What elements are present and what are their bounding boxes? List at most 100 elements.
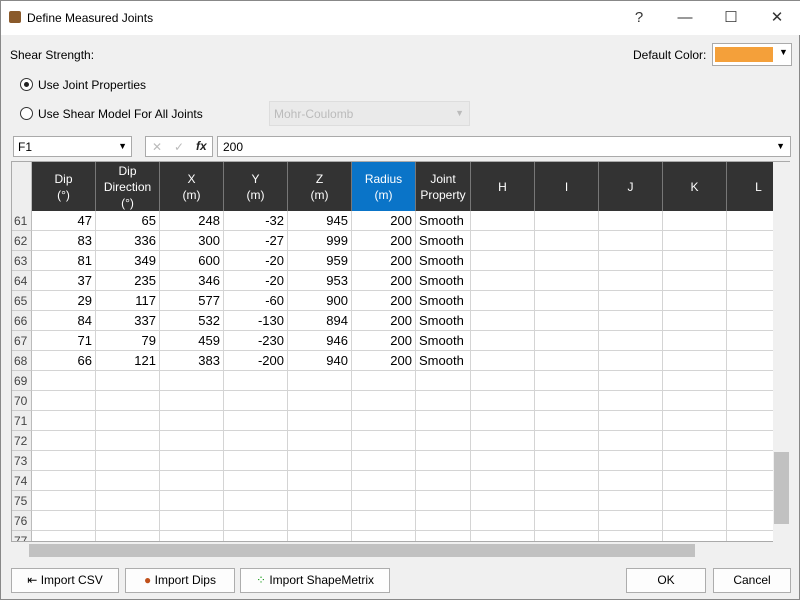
row-header[interactable]: 74 bbox=[12, 471, 32, 491]
table-cell[interactable] bbox=[32, 471, 96, 491]
default-color-picker[interactable]: ▼ bbox=[712, 43, 792, 66]
table-cell[interactable] bbox=[663, 251, 727, 271]
table-cell[interactable] bbox=[32, 531, 96, 541]
table-cell[interactable]: Smooth bbox=[416, 311, 471, 331]
table-cell[interactable]: 383 bbox=[160, 351, 224, 371]
table-cell[interactable] bbox=[160, 431, 224, 451]
table-cell[interactable]: -20 bbox=[224, 251, 288, 271]
table-cell[interactable]: 79 bbox=[96, 331, 160, 351]
row-header[interactable]: 69 bbox=[12, 371, 32, 391]
table-cell[interactable] bbox=[160, 371, 224, 391]
table-cell[interactable]: 946 bbox=[288, 331, 352, 351]
table-cell[interactable] bbox=[288, 391, 352, 411]
table-cell[interactable] bbox=[160, 471, 224, 491]
table-cell[interactable] bbox=[471, 231, 535, 251]
table-cell[interactable] bbox=[96, 491, 160, 511]
column-header[interactable]: Z (m) bbox=[288, 162, 352, 211]
table-cell[interactable] bbox=[288, 531, 352, 541]
table-cell[interactable]: -130 bbox=[224, 311, 288, 331]
table-cell[interactable]: -32 bbox=[224, 211, 288, 231]
table-cell[interactable] bbox=[352, 391, 416, 411]
table-cell[interactable] bbox=[535, 271, 599, 291]
table-cell[interactable] bbox=[535, 471, 599, 491]
table-cell[interactable] bbox=[599, 211, 663, 231]
row-header[interactable]: 63 bbox=[12, 251, 32, 271]
table-cell[interactable]: Smooth bbox=[416, 211, 471, 231]
table-cell[interactable] bbox=[352, 451, 416, 471]
table-cell[interactable] bbox=[96, 451, 160, 471]
table-cell[interactable] bbox=[96, 371, 160, 391]
table-cell[interactable] bbox=[471, 391, 535, 411]
column-header[interactable]: Joint Property bbox=[416, 162, 471, 211]
table-cell[interactable] bbox=[160, 451, 224, 471]
column-header[interactable]: Y (m) bbox=[224, 162, 288, 211]
table-cell[interactable]: -200 bbox=[224, 351, 288, 371]
table-cell[interactable] bbox=[599, 391, 663, 411]
table-cell[interactable] bbox=[471, 411, 535, 431]
maximize-button[interactable]: ☐ bbox=[708, 1, 754, 35]
vertical-scrollbar[interactable] bbox=[773, 162, 790, 542]
cancel-button[interactable]: Cancel bbox=[713, 568, 791, 593]
table-cell[interactable]: 200 bbox=[352, 251, 416, 271]
table-cell[interactable] bbox=[416, 411, 471, 431]
table-cell[interactable] bbox=[32, 451, 96, 471]
table-cell[interactable]: 121 bbox=[96, 351, 160, 371]
table-cell[interactable]: Smooth bbox=[416, 291, 471, 311]
ok-button[interactable]: OK bbox=[626, 568, 706, 593]
table-cell[interactable] bbox=[471, 291, 535, 311]
table-cell[interactable] bbox=[663, 311, 727, 331]
row-header[interactable]: 75 bbox=[12, 491, 32, 511]
table-cell[interactable]: 84 bbox=[32, 311, 96, 331]
table-cell[interactable]: 235 bbox=[96, 271, 160, 291]
table-cell[interactable] bbox=[535, 311, 599, 331]
table-cell[interactable] bbox=[471, 511, 535, 531]
table-cell[interactable] bbox=[599, 251, 663, 271]
table-cell[interactable]: 200 bbox=[352, 211, 416, 231]
table-cell[interactable] bbox=[599, 371, 663, 391]
table-cell[interactable] bbox=[599, 231, 663, 251]
table-cell[interactable] bbox=[663, 411, 727, 431]
table-cell[interactable]: 959 bbox=[288, 251, 352, 271]
table-cell[interactable] bbox=[352, 371, 416, 391]
table-cell[interactable] bbox=[288, 471, 352, 491]
column-header[interactable]: H bbox=[471, 162, 535, 211]
table-cell[interactable] bbox=[471, 471, 535, 491]
column-header[interactable]: X (m) bbox=[160, 162, 224, 211]
row-header[interactable]: 76 bbox=[12, 511, 32, 531]
table-cell[interactable]: 300 bbox=[160, 231, 224, 251]
table-cell[interactable] bbox=[32, 391, 96, 411]
table-cell[interactable] bbox=[535, 251, 599, 271]
cell-reference-box[interactable]: F1 ▼ bbox=[13, 136, 132, 157]
table-cell[interactable]: Smooth bbox=[416, 271, 471, 291]
table-cell[interactable] bbox=[224, 511, 288, 531]
table-cell[interactable] bbox=[471, 271, 535, 291]
table-cell[interactable]: 117 bbox=[96, 291, 160, 311]
import-csv-button[interactable]: ⇤ Import CSV bbox=[11, 568, 119, 593]
table-cell[interactable] bbox=[224, 411, 288, 431]
table-cell[interactable] bbox=[599, 331, 663, 351]
table-cell[interactable]: 894 bbox=[288, 311, 352, 331]
table-cell[interactable] bbox=[160, 391, 224, 411]
table-cell[interactable] bbox=[663, 511, 727, 531]
table-cell[interactable]: 532 bbox=[160, 311, 224, 331]
table-cell[interactable] bbox=[416, 391, 471, 411]
use-joint-properties-radio[interactable] bbox=[20, 78, 33, 91]
table-cell[interactable] bbox=[663, 391, 727, 411]
table-cell[interactable] bbox=[224, 531, 288, 541]
table-cell[interactable] bbox=[535, 411, 599, 431]
row-header[interactable]: 65 bbox=[12, 291, 32, 311]
table-cell[interactable]: 945 bbox=[288, 211, 352, 231]
table-cell[interactable]: 940 bbox=[288, 351, 352, 371]
column-header[interactable]: J bbox=[599, 162, 663, 211]
table-cell[interactable]: Smooth bbox=[416, 231, 471, 251]
table-cell[interactable] bbox=[352, 491, 416, 511]
table-cell[interactable] bbox=[160, 531, 224, 541]
table-cell[interactable]: 66 bbox=[32, 351, 96, 371]
table-cell[interactable]: -230 bbox=[224, 331, 288, 351]
table-cell[interactable] bbox=[416, 451, 471, 471]
table-cell[interactable]: -60 bbox=[224, 291, 288, 311]
table-cell[interactable] bbox=[535, 331, 599, 351]
table-cell[interactable] bbox=[416, 531, 471, 541]
table-cell[interactable] bbox=[663, 231, 727, 251]
table-cell[interactable] bbox=[96, 511, 160, 531]
